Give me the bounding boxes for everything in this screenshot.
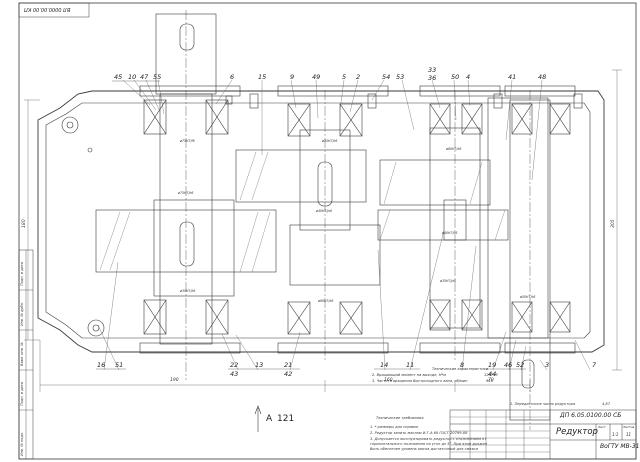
dimension-left: 180: [22, 219, 27, 228]
scale-value: 1:1: [612, 432, 619, 437]
part-label-19: 19: [488, 361, 497, 369]
side-strip-3: Взам. инв. №: [20, 342, 24, 366]
tech-note-2-value: 955: [486, 379, 493, 383]
part-label-49: 49: [312, 73, 321, 81]
dimension-right: 305: [611, 219, 616, 228]
part-label-10: 10: [128, 73, 137, 81]
tech-req-line-5: быть обеспечен уровень масла достаточный…: [370, 447, 478, 451]
part-label-51: 51: [115, 361, 124, 369]
part-label-13: 13: [255, 361, 264, 369]
part-label-11: 11: [406, 361, 415, 369]
sheets-label: Листов: [623, 425, 635, 429]
side-strip-4: Инв. № дубл.: [20, 302, 24, 326]
tech-char-heading: Технические характеристики: [432, 367, 489, 371]
part-label-53: 53: [396, 73, 405, 81]
tech-note-2: 3. Частота вращения быстроходного вала, …: [372, 379, 468, 383]
drawing-name: Редуктор: [556, 427, 598, 437]
sheets-value: 11: [626, 432, 632, 437]
tech-req-heading: Технические требования: [376, 416, 424, 420]
part-label-33: 33: [428, 66, 437, 74]
side-strip-1: Инв. № подл.: [20, 431, 24, 456]
part-label-7: 7: [592, 361, 597, 369]
part-label-16: 16: [97, 361, 106, 369]
section-label: А: [266, 414, 273, 424]
part-label-36: 36: [428, 74, 437, 82]
part-label-45: 45: [114, 73, 123, 81]
part-label-50: 50: [451, 73, 460, 81]
fit-label: ø80H7/k6: [318, 299, 334, 303]
fit-label: ø55H7/k6: [322, 139, 338, 143]
stamp-code: ВЛ 0000.00.00 КП: [24, 6, 71, 12]
part-label-9: 9: [290, 73, 295, 81]
fit-label: ø35H7/k6: [180, 289, 196, 293]
side-strip-5: Подп. и дата: [20, 262, 24, 286]
part-label-6: 6: [230, 73, 235, 81]
tech-note-3: 1. Передаточное число редуктора: [510, 402, 576, 406]
part-label-42: 42: [284, 370, 293, 378]
gear-middle: [235, 149, 367, 203]
fit-label: ø50H7/k6: [520, 295, 536, 299]
fit-label: ø75H7/f6: [180, 139, 195, 143]
part-label-48: 48: [538, 73, 547, 81]
section-number: 121: [277, 414, 295, 424]
side-strip-2: Подп. и дата: [20, 382, 24, 406]
part-label-2: 2: [356, 73, 361, 81]
part-label-43: 43: [230, 370, 239, 378]
boss-left: [61, 116, 79, 134]
dimension-190: 190: [170, 378, 179, 383]
tech-note-3-value: 4,87: [602, 402, 611, 406]
boss-right: [87, 319, 105, 337]
gear-right: [379, 159, 491, 206]
part-label-54: 54: [382, 73, 391, 81]
fit-label: ø40H7/k6: [442, 231, 458, 235]
part-label-21: 21: [284, 361, 293, 369]
doc-code: ДП 6.05.0100.00 СБ: [560, 412, 622, 419]
drawing-frame: [18, 2, 637, 460]
part-label-5: 5: [342, 73, 347, 81]
part-label-52: 52: [516, 361, 525, 369]
part-label-14: 14: [380, 361, 389, 369]
sheet-label: Лист: [598, 425, 606, 429]
drawing-sheet: ВЛ 0000.00.00 КП 45 10 47 55 6 15 9 49 5…: [0, 0, 640, 462]
fit-label: ø75H7/k6: [178, 191, 194, 195]
part-label-3: 3: [545, 361, 550, 369]
part-label-22: 22: [230, 361, 239, 369]
tech-note-1-value: 128749: [484, 373, 498, 377]
part-label-41: 41: [508, 73, 517, 81]
fit-label: ø60H7/k6: [446, 147, 462, 151]
bearings-top: [143, 99, 571, 137]
tech-req-line-2: 2. Редуктор залить маслом И-Г-А 68 ГОСТ …: [370, 431, 468, 435]
tech-note-1: 2. Вращающий момент на выходе, Н*м: [372, 373, 446, 377]
fit-label: ø40H7/js6: [316, 209, 333, 213]
gearbox-assembly-drawing: [18, 2, 637, 460]
part-label-15: 15: [258, 73, 267, 81]
part-label-55: 55: [153, 73, 162, 81]
tech-req-line-1: 1. * размеры для справок: [370, 425, 419, 429]
part-label-4: 4: [466, 73, 471, 81]
bearings-bottom: [143, 299, 571, 335]
part-label-47: 47: [140, 73, 149, 81]
part-label-46: 46: [504, 361, 513, 369]
organization: ВоГТУ МВ-31: [600, 443, 640, 450]
fit-label: ø35H7/js6: [440, 279, 457, 283]
